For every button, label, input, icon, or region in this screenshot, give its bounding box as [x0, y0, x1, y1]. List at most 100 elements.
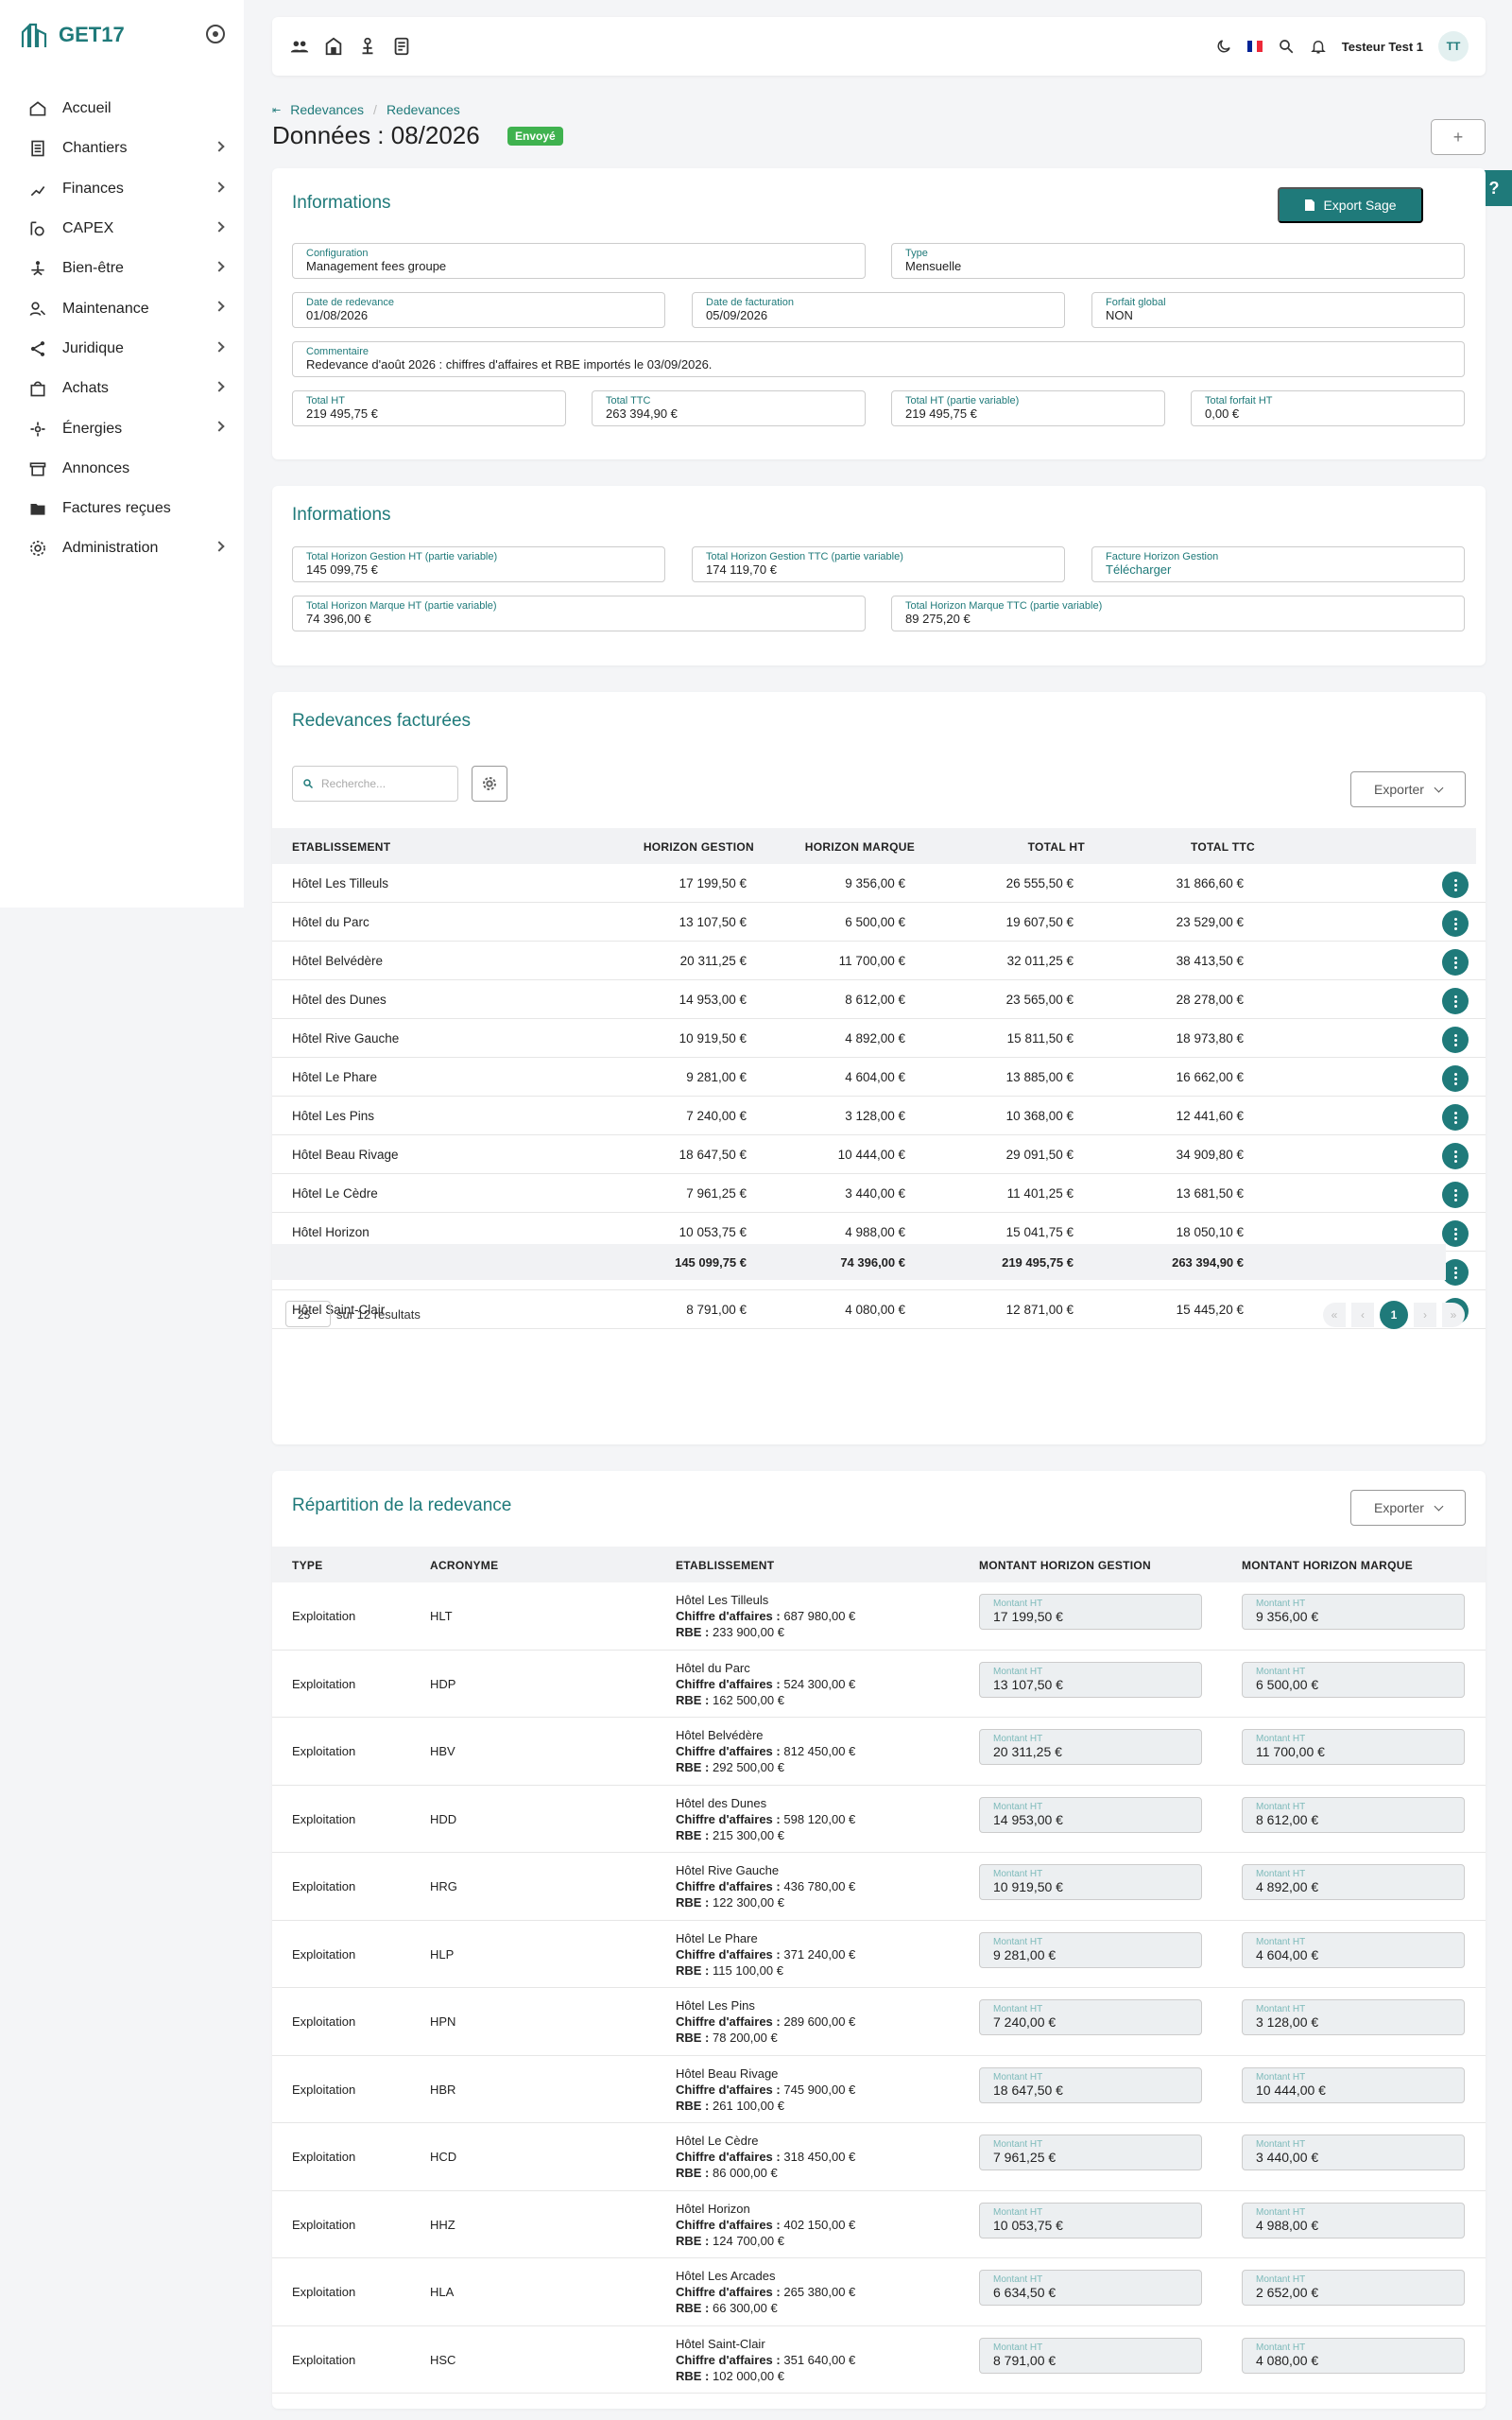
table-row[interactable]: Hôtel des Dunes 14 953,00 € 8 612,00 € 23 5…: [272, 980, 1486, 1019]
user-name[interactable]: Testeur Test 1: [1342, 40, 1423, 54]
table-row[interactable]: Hôtel Saint-Clair 8 791,00 €4 080,00 €12 …: [272, 1290, 1486, 1329]
breadcrumb-item[interactable]: Redevances: [290, 102, 364, 117]
sidebar-item-juridique[interactable]: Juridique: [0, 329, 244, 369]
column-header[interactable]: ACRONYME: [430, 1559, 498, 1572]
sidebar-item-administration[interactable]: Administration: [0, 528, 244, 568]
document-icon[interactable]: [391, 36, 412, 57]
add-button[interactable]: +: [1431, 119, 1486, 155]
date-facturation-field[interactable]: Date de facturation 05/09/2026: [692, 292, 1065, 328]
buildings-icon[interactable]: [323, 36, 344, 57]
montant-marque-field[interactable]: Montant HT 8 612,00 €: [1242, 1796, 1465, 1833]
hm-ht-field[interactable]: Total Horizon Marque HT (partie variable…: [292, 596, 866, 631]
avatar[interactable]: TT: [1438, 31, 1469, 61]
table-row[interactable]: Hôtel Le Phare 9 281,00 € 4 604,00 € 13 885…: [272, 1058, 1486, 1097]
back-icon[interactable]: ⇤: [272, 104, 281, 116]
row-actions-button[interactable]: [1442, 910, 1469, 937]
montant-marque-field[interactable]: Montant HT 3 128,00 €: [1242, 1999, 1465, 2035]
row-actions-button[interactable]: [1442, 1065, 1469, 1092]
montant-gestion-field[interactable]: Montant HT 14 953,00 €: [979, 1796, 1202, 1833]
sidebar-item-chantiers[interactable]: Chantiers: [0, 129, 244, 168]
hg-ttc-field[interactable]: Total Horizon Gestion TTC (partie variab…: [692, 546, 1065, 582]
table-row[interactable]: Hôtel Rive Gauche 10 919,50 € 4 892,00 € 15…: [272, 1019, 1486, 1058]
montant-marque-field[interactable]: Montant HT 4 892,00 €: [1242, 1864, 1465, 1900]
column-header[interactable]: HORIZON GESTION: [622, 840, 754, 854]
montant-marque-field[interactable]: Montant HT 2 652,00 €: [1242, 2270, 1465, 2306]
montant-gestion-field[interactable]: Montant HT 10 053,75 €: [979, 2202, 1202, 2238]
sidebar-item-énergies[interactable]: Énergies: [0, 408, 244, 448]
search-input[interactable]: Recherche...: [292, 766, 458, 802]
language-flag-icon[interactable]: [1246, 41, 1263, 52]
row-actions-button[interactable]: [1442, 872, 1469, 898]
montant-gestion-field[interactable]: Montant HT 9 281,00 €: [979, 1931, 1202, 1968]
table-row[interactable]: Hôtel Le Cèdre 7 961,25 € 3 440,00 € 11 401…: [272, 1174, 1486, 1213]
page-1-button[interactable]: 1: [1380, 1301, 1408, 1329]
row-actions-button[interactable]: [1442, 1259, 1469, 1286]
total-forfait-field[interactable]: Total forfait HT 0,00 €: [1191, 390, 1465, 426]
sidebar-collapse-button[interactable]: [206, 25, 225, 43]
configuration-field[interactable]: Configuration Management fees groupe: [292, 243, 866, 279]
total-ht-field[interactable]: Total HT 219 495,75 €: [292, 390, 566, 426]
montant-gestion-field[interactable]: Montant HT 20 311,25 €: [979, 1729, 1202, 1765]
column-header[interactable]: TOTAL TTC: [1123, 840, 1255, 854]
total-ttc-field[interactable]: Total TTC 263 394,90 €: [592, 390, 866, 426]
column-header[interactable]: ETABLISSEMENT: [292, 840, 390, 854]
montant-marque-field[interactable]: Montant HT 4 988,00 €: [1242, 2202, 1465, 2238]
column-header[interactable]: MONTANT HORIZON MARQUE: [1242, 1559, 1413, 1572]
sidebar-item-factures-reçues[interactable]: Factures reçues: [0, 489, 244, 528]
sidebar-item-annonces[interactable]: Annonces: [0, 449, 244, 489]
montant-marque-field[interactable]: Montant HT 4 604,00 €: [1242, 1931, 1465, 1968]
date-redevance-field[interactable]: Date de redevance 01/08/2026: [292, 292, 665, 328]
export-sage-button[interactable]: Export Sage: [1278, 187, 1423, 223]
users-icon[interactable]: [289, 36, 310, 57]
montant-marque-field[interactable]: Montant HT 3 440,00 €: [1242, 2135, 1465, 2170]
next-page-button[interactable]: ›: [1414, 1303, 1436, 1327]
montant-marque-field[interactable]: Montant HT 10 444,00 €: [1242, 2066, 1465, 2103]
montant-gestion-field[interactable]: Montant HT 17 199,50 €: [979, 1594, 1202, 1630]
row-actions-button[interactable]: [1442, 1220, 1469, 1247]
export-dropdown-button[interactable]: Exporter: [1350, 1490, 1466, 1526]
row-actions-button[interactable]: [1442, 1182, 1469, 1208]
brand[interactable]: GET17: [21, 21, 125, 49]
moon-icon[interactable]: [1215, 38, 1232, 55]
montant-gestion-field[interactable]: Montant HT 18 647,50 €: [979, 2066, 1202, 2103]
table-row[interactable]: Hôtel Les Tilleuls 17 199,50 € 9 356,00 € 2…: [272, 864, 1486, 903]
montant-gestion-field[interactable]: Montant HT 6 634,50 €: [979, 2270, 1202, 2306]
table-settings-button[interactable]: [472, 766, 507, 802]
row-actions-button[interactable]: [1442, 949, 1469, 976]
prev-page-button[interactable]: ‹: [1351, 1303, 1374, 1327]
export-dropdown-button[interactable]: Exporter: [1350, 771, 1466, 807]
hg-ht-field[interactable]: Total Horizon Gestion HT (partie variabl…: [292, 546, 665, 582]
per-page-select[interactable]: 25: [285, 1301, 331, 1327]
row-actions-button[interactable]: [1442, 988, 1469, 1014]
bell-icon[interactable]: [1310, 38, 1327, 55]
total-ht-variable-field[interactable]: Total HT (partie variable) 219 495,75 €: [891, 390, 1165, 426]
sidebar-item-maintenance[interactable]: Maintenance: [0, 288, 244, 328]
sidebar-item-finances[interactable]: Finances: [0, 169, 244, 209]
row-actions-button[interactable]: [1442, 1027, 1469, 1053]
column-header[interactable]: TYPE: [292, 1559, 323, 1572]
montant-marque-field[interactable]: Montant HT 9 356,00 €: [1242, 1594, 1465, 1630]
row-actions-button[interactable]: [1442, 1104, 1469, 1131]
montant-marque-field[interactable]: Montant HT 6 500,00 €: [1242, 1661, 1465, 1698]
breadcrumb-item[interactable]: Redevances: [387, 102, 460, 117]
hm-ttc-field[interactable]: Total Horizon Marque TTC (partie variabl…: [891, 596, 1465, 631]
first-page-button[interactable]: «: [1323, 1303, 1346, 1327]
montant-marque-field[interactable]: Montant HT 11 700,00 €: [1242, 1729, 1465, 1765]
montant-gestion-field[interactable]: Montant HT 8 791,00 €: [979, 2337, 1202, 2374]
montant-gestion-field[interactable]: Montant HT 13 107,50 €: [979, 1661, 1202, 1698]
sidebar-item-capex[interactable]: CAPEX: [0, 209, 244, 249]
search-icon[interactable]: [1278, 38, 1295, 55]
column-header[interactable]: ETABLISSEMENT: [676, 1559, 774, 1572]
person-tree-icon[interactable]: [357, 36, 378, 57]
last-page-button[interactable]: »: [1442, 1303, 1465, 1327]
montant-marque-field[interactable]: Montant HT 4 080,00 €: [1242, 2337, 1465, 2374]
row-actions-button[interactable]: [1442, 1143, 1469, 1169]
montant-gestion-field[interactable]: Montant HT 7 240,00 €: [979, 1999, 1202, 2035]
type-field[interactable]: Type Mensuelle: [891, 243, 1465, 279]
montant-gestion-field[interactable]: Montant HT 10 919,50 €: [979, 1864, 1202, 1900]
montant-gestion-field[interactable]: Montant HT 7 961,25 €: [979, 2135, 1202, 2170]
table-row[interactable]: Hôtel Les Pins 7 240,00 € 3 128,00 € 10 368…: [272, 1097, 1486, 1135]
table-row[interactable]: Hôtel Belvédère 20 311,25 € 11 700,00 € 32 …: [272, 942, 1486, 980]
column-header[interactable]: HORIZON MARQUE: [764, 840, 915, 854]
column-header[interactable]: TOTAL HT: [953, 840, 1085, 854]
